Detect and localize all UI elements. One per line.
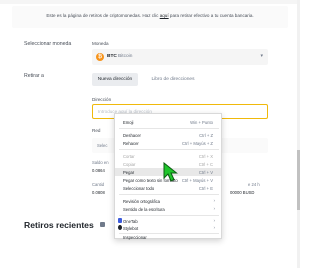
menu-item-shortcut: Ctrl + Z — [199, 133, 213, 138]
menu-item-label: Revisión ortográfica — [123, 199, 161, 204]
balance-label: Saldo en — [92, 160, 109, 165]
coin-select[interactable]: ₿ BTC Bitcoin ▾ — [92, 49, 268, 65]
menu-item-shortcut: Ctrl + Mayús + V — [181, 178, 213, 183]
menu-separator — [119, 215, 219, 216]
amount-value: 0.0808 — [92, 190, 105, 195]
coin-field-label: Moneda — [92, 41, 109, 46]
coin-name: Bitcoin — [118, 54, 133, 59]
menu-item-shortcut: Ctrl + E — [198, 186, 213, 191]
menu-item-label: Stylebot — [123, 226, 139, 231]
chevron-right-icon: › — [213, 206, 215, 211]
menu-item-shortcut: Win + Punto — [190, 120, 213, 125]
menu-item-label: Emoji — [123, 120, 134, 125]
menu-item-select-all[interactable]: Seleccionar todo Ctrl + E — [115, 184, 221, 192]
recent-withdrawals-title: Retiros recientes — [24, 220, 94, 230]
address-label: Dirección — [92, 97, 112, 102]
balance-value: 0.0864 — [92, 168, 105, 173]
daily-limit-label: e 24 h — [248, 182, 260, 187]
menu-item-label: Inspeccionar — [123, 235, 147, 240]
menu-item-label: Copiar — [123, 162, 136, 167]
menu-item-writing-direction[interactable]: Sentido de la escritura › — [115, 205, 221, 213]
menu-item-shortcut: Ctrl + C — [198, 162, 213, 167]
menu-item-emoji[interactable]: Emoji Win + Punto — [115, 118, 221, 126]
menu-item-shortcut: Ctrl + X — [198, 154, 213, 159]
menu-separator — [119, 194, 219, 195]
chevron-down-icon: ▾ — [260, 53, 263, 59]
amount-label: Cantid — [92, 182, 105, 187]
info-banner-text-after: para retirar efectivo a tu cuenta bancar… — [168, 13, 254, 18]
filter-icon[interactable] — [100, 222, 105, 227]
mouse-cursor-icon — [163, 162, 178, 182]
menu-separator — [119, 149, 219, 150]
menu-item-redo[interactable]: Rehacer Ctrl + Mayús + Z — [115, 139, 221, 147]
menu-item-stylebot[interactable]: Stylebot › — [115, 224, 221, 232]
tab-address-book[interactable]: Libro de direcciones — [142, 73, 204, 86]
menu-item-label: Pegar — [123, 170, 135, 175]
menu-item-label: Sentido de la escritura — [123, 207, 165, 212]
menu-item-label: Deshacer — [123, 133, 141, 138]
menu-item-shortcut: Ctrl + V — [198, 170, 213, 175]
info-banner: Este es la página de retiros de criptomo… — [12, 6, 288, 28]
scrollbar[interactable] — [297, 0, 300, 268]
menu-item-label: Cortar — [123, 154, 135, 159]
select-coin-label: Seleccionar moneda — [24, 41, 72, 47]
tab-new-address[interactable]: Nueva dirección — [92, 73, 138, 86]
chevron-right-icon: › — [213, 225, 215, 230]
daily-limit-value: 00000 BUSD — [230, 190, 255, 195]
network-label: Red — [92, 128, 101, 133]
menu-item-cut[interactable]: Cortar Ctrl + X — [115, 152, 221, 160]
menu-item-spellcheck[interactable]: Revisión ortográfica › — [115, 197, 221, 205]
bitcoin-icon: ₿ — [96, 53, 104, 61]
menu-separator — [119, 128, 219, 129]
menu-item-label: Rehacer — [123, 141, 139, 146]
withdraw-to-label: Retirar a — [24, 73, 44, 79]
chevron-right-icon: › — [213, 198, 215, 203]
stylebot-icon — [118, 225, 122, 230]
menu-item-label: Seleccionar todo — [123, 186, 155, 191]
chevron-right-icon: › — [213, 218, 215, 223]
onetab-icon — [118, 218, 122, 223]
info-banner-text-before: Este es la página de retiros de criptomo… — [46, 13, 160, 18]
scrollbar-thumb[interactable] — [297, 150, 300, 210]
menu-item-inspect[interactable]: Inspeccionar — [115, 233, 221, 241]
top-bar — [0, 0, 300, 4]
coin-code: BTC — [107, 54, 117, 59]
info-banner-text: Este es la página de retiros de criptomo… — [12, 13, 288, 18]
menu-item-undo[interactable]: Deshacer Ctrl + Z — [115, 131, 221, 139]
cash-withdraw-link[interactable]: aquí — [160, 13, 169, 18]
network-select-text: Selec — [97, 143, 108, 148]
menu-item-shortcut: Ctrl + Mayús + Z — [182, 141, 213, 146]
